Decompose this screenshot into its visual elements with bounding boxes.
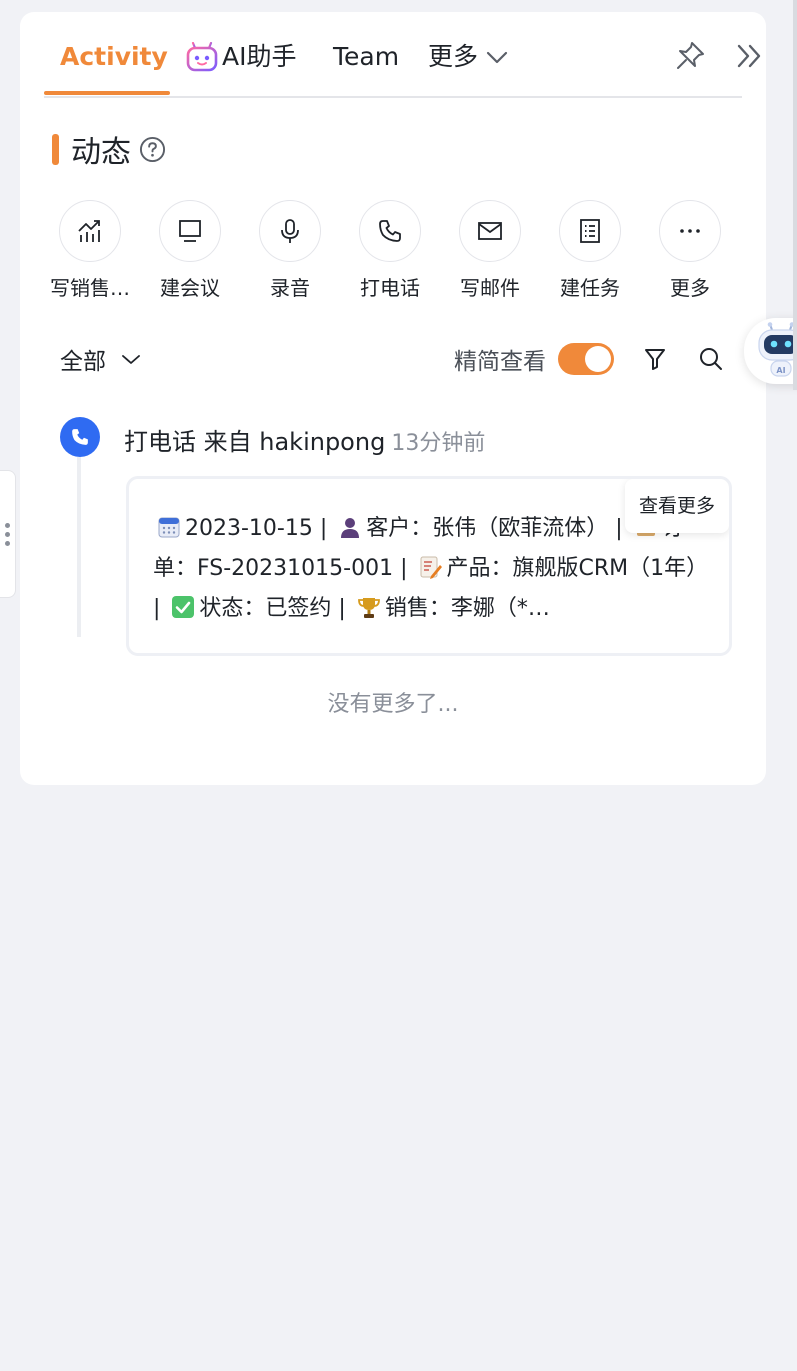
event-time: 13分钟前 <box>391 431 486 456</box>
action-write-sales[interactable]: 写销售… <box>40 200 140 301</box>
search-icon[interactable] <box>694 342 728 376</box>
action-label: 录音 <box>270 276 310 300</box>
monitor-icon <box>179 220 201 242</box>
help-icon[interactable] <box>139 136 166 163</box>
section-header: 动态 <box>52 132 166 170</box>
timeline-event-header: 打电话 来自 hakinpong 13分钟前 <box>124 422 485 457</box>
scrollbar[interactable] <box>793 0 797 390</box>
task-list-icon <box>580 219 600 243</box>
collapse-panel-icon[interactable] <box>728 36 772 76</box>
ai-robot-avatar-icon: AI <box>758 322 797 377</box>
timeline-line <box>77 457 81 637</box>
action-make-call[interactable]: 打电话 <box>340 200 440 301</box>
entry-sales: 销售：李娜（*… <box>384 596 550 621</box>
tab-ai-assistant[interactable]: AI助手 <box>186 40 296 74</box>
toggle-knob <box>585 346 611 372</box>
phone-icon <box>72 429 88 445</box>
entry-customer: 客户：张伟（欧菲流体） <box>366 516 609 541</box>
section-title: 动态 <box>71 135 131 170</box>
action-label: 更多 <box>670 276 710 300</box>
pin-icon[interactable] <box>670 36 710 76</box>
person-icon <box>341 518 360 538</box>
tab-more-label: 更多 <box>428 42 479 71</box>
action-label: 写销售… <box>50 276 130 300</box>
action-label: 建会议 <box>160 276 220 300</box>
chevron-down-icon <box>122 355 140 364</box>
filter-funnel-icon[interactable] <box>640 342 670 376</box>
event-title: 打电话 来自 hakinpong <box>124 428 386 456</box>
phone-icon <box>379 220 401 242</box>
ai-assistant-float-button[interactable]: AI <box>744 318 797 384</box>
activity-entry-card[interactable]: 2023-10-15 | 客户：张伟（欧菲流体） | 订单：FS-2023101… <box>126 476 732 656</box>
chevron-down-icon <box>486 51 508 64</box>
action-record-audio[interactable]: 录音 <box>240 200 340 301</box>
calendar-icon <box>158 517 180 538</box>
entry-product: 产品：旗舰版CRM（1年） <box>446 556 709 581</box>
action-write-email[interactable]: 写邮件 <box>440 200 540 301</box>
scope-filter-dropdown[interactable]: 全部 <box>60 342 142 376</box>
ellipsis-icon <box>680 229 700 233</box>
action-label: 建任务 <box>560 276 620 300</box>
entry-date: 2023-10-15 <box>185 516 313 541</box>
call-event-dot <box>60 417 100 457</box>
activity-panel: Activity AI助手 Team 更多 动态 写销售… 建会议 录音 打电话… <box>20 12 766 785</box>
checkmark-icon <box>172 596 195 618</box>
no-more-text: 没有更多了... <box>327 692 459 717</box>
tab-ai-label: AI助手 <box>222 42 297 71</box>
tab-bar: Activity AI助手 Team 更多 <box>44 12 761 98</box>
quick-actions: 写销售… 建会议 录音 打电话 写邮件 建任务 更多 <box>40 200 760 310</box>
action-more[interactable]: 更多 <box>640 200 740 301</box>
action-create-task[interactable]: 建任务 <box>540 200 640 301</box>
trophy-icon <box>357 598 380 618</box>
see-more-button[interactable]: 查看更多 <box>624 479 729 533</box>
scope-filter-value: 全部 <box>60 349 106 375</box>
concise-view-toggle[interactable] <box>558 343 614 375</box>
tab-team[interactable]: Team <box>333 40 399 74</box>
entry-status: 状态：已签约 <box>199 596 332 621</box>
microphone-icon <box>281 219 299 243</box>
active-tab-indicator <box>44 91 170 95</box>
drag-handle[interactable] <box>0 470 16 598</box>
action-label: 打电话 <box>360 276 420 300</box>
sales-record-icon <box>78 220 100 242</box>
tab-activity[interactable]: Activity <box>60 40 168 74</box>
svg-text:AI: AI <box>776 366 785 375</box>
concise-view-label: 精简查看 <box>454 349 546 375</box>
section-accent-bar <box>52 133 59 165</box>
action-label: 写邮件 <box>460 276 520 300</box>
tab-more[interactable]: 更多 <box>428 40 510 74</box>
mail-icon <box>478 222 502 240</box>
memo-icon <box>420 556 443 579</box>
action-create-meeting[interactable]: 建会议 <box>140 200 240 301</box>
ai-robot-icon <box>186 42 218 72</box>
